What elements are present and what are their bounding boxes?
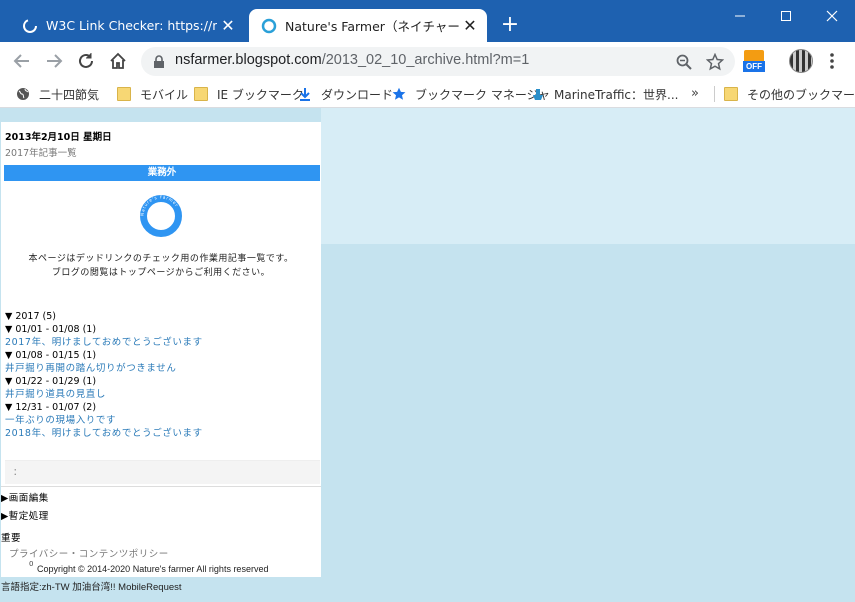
grey-info-bar: ： xyxy=(5,460,320,484)
archive-post-link[interactable]: 井戸掘り再開の踏ん切りがつきません xyxy=(5,362,321,375)
star-icon xyxy=(392,87,406,100)
bookmarks-separator xyxy=(714,86,715,102)
folder-icon xyxy=(724,87,738,101)
category-banner: 業務外 xyxy=(4,165,320,181)
bookmarks-overflow-button[interactable]: » xyxy=(691,86,699,101)
post-date: 2013年2月10日 星期日 xyxy=(5,132,112,143)
archive-week-toggle[interactable]: ▼ 12/31 - 01/07 (2) xyxy=(5,401,321,414)
globe-icon xyxy=(17,88,29,100)
blog-page: 2013年2月10日 星期日 2017年記事一覧 業務外 Nature's Fa… xyxy=(1,122,321,577)
archive-post-link[interactable]: 井戸掘り道具の見直し xyxy=(5,388,321,401)
blog-archive: ▼ 2017 (5) ▼ 01/01 - 01/08 (1) 2017年、明けま… xyxy=(5,310,321,440)
notice-line: 本ページはデッドリンクのチェック用の作業用記事一覧です。 xyxy=(28,254,294,264)
bookmark-label: その他のブックマーク xyxy=(747,87,855,102)
bookmark-item[interactable]: 二十四節気 xyxy=(16,85,99,103)
article-list-link[interactable]: 2017年記事一覧 xyxy=(5,145,77,159)
page-viewport: 2013年2月10日 星期日 2017年記事一覧 業務外 Nature's Fa… xyxy=(0,108,855,602)
bookmark-label: 二十四節気 xyxy=(39,87,100,102)
archive-post-link[interactable]: 2017年、明けましておめでとうございます xyxy=(5,336,321,349)
archive-week-toggle[interactable]: ▼ 01/22 - 01/29 (1) xyxy=(5,375,321,388)
tab-close-icon[interactable]: ✕ xyxy=(217,16,239,35)
natures-farmer-logo: Nature's Farmer xyxy=(139,194,182,237)
notice-line: ブログの閲覧はトップページからご利用ください。 xyxy=(51,268,271,278)
tab-close-icon[interactable]: ✕ xyxy=(459,16,481,35)
title-bar: W3C Link Checker: https://nsfarm ✕ Natur… xyxy=(0,0,855,42)
bookmark-item[interactable]: モバイル xyxy=(117,85,188,103)
bookmark-label: ダウンロード xyxy=(321,87,394,102)
reload-button[interactable] xyxy=(72,47,100,75)
close-icon xyxy=(826,10,838,22)
language-status-text: 言語指定:zh-TW 加油台湾!! MobileRequest xyxy=(1,582,182,593)
zoom-icon[interactable] xyxy=(675,53,693,71)
minimize-icon xyxy=(735,15,745,17)
superscript-zero: 0 xyxy=(29,560,34,568)
download-icon xyxy=(300,88,310,101)
bookmarks-bar: 二十四節気 モバイル IE ブックマーク ダウンロード ブックマーク マネージャ… xyxy=(0,80,855,108)
profile-avatar[interactable] xyxy=(789,49,813,73)
reload-icon xyxy=(79,53,93,68)
maximize-icon xyxy=(781,11,791,21)
archive-week-toggle[interactable]: ▼ 01/08 - 01/15 (1) xyxy=(5,349,321,362)
screen-edit-toggle[interactable]: ▶画面編集 xyxy=(1,490,49,504)
page-notice: 本ページはデッドリンクのチェック用の作業用記事一覧です。 ブログの閲覧はトップペ… xyxy=(1,252,321,280)
new-tab-button[interactable]: + xyxy=(497,13,523,39)
forward-button[interactable] xyxy=(40,47,68,75)
close-window-button[interactable] xyxy=(809,0,855,32)
home-icon xyxy=(110,52,126,69)
folder-icon xyxy=(117,87,131,101)
copyright-text: Copyright © 2014-2020 Nature's farmer Al… xyxy=(37,564,269,574)
tab-w3c-link-checker[interactable]: W3C Link Checker: https://nsfarm ✕ xyxy=(10,9,245,42)
bookmark-item[interactable]: MarineTraffic：世界... xyxy=(531,85,678,103)
important-label: 重要 xyxy=(1,533,22,544)
bookmark-item[interactable]: ブックマーク マネージャ xyxy=(392,85,550,103)
bookmark-label: モバイル xyxy=(140,87,189,102)
blogger-ring-icon xyxy=(261,18,277,33)
arrow-left-icon xyxy=(13,54,29,68)
address-bar[interactable]: nsfarmer.blogspot.com/2013_02_10_archive… xyxy=(141,47,735,76)
minimize-button[interactable] xyxy=(717,0,763,32)
divider xyxy=(1,486,321,487)
privacy-policy-link[interactable]: プライバシー・コンテンツポリシー xyxy=(9,546,169,560)
tab-title: W3C Link Checker: https://nsfarm xyxy=(46,18,217,33)
menu-dots-icon[interactable] xyxy=(824,52,840,70)
background-band xyxy=(321,108,855,244)
archive-post-link[interactable]: 2018年、明けましておめでとうございます xyxy=(5,427,321,440)
extension-off-badge: OFF xyxy=(743,61,765,72)
arrow-right-icon xyxy=(47,54,63,68)
lock-icon xyxy=(154,55,164,68)
tab-natures-farmer[interactable]: Nature's Farmer（ネイチャーズ・ファ ✕ xyxy=(249,9,487,42)
extension-off-button[interactable]: OFF xyxy=(743,50,765,72)
folder-icon xyxy=(194,87,208,101)
archive-week-toggle[interactable]: ▼ 01/01 - 01/08 (1) xyxy=(5,323,321,336)
loading-spinner-icon xyxy=(23,18,37,33)
bookmark-item-other[interactable]: その他のブックマーク xyxy=(724,85,855,103)
url-text[interactable]: nsfarmer.blogspot.com/2013_02_10_archive… xyxy=(175,52,529,68)
archive-year-toggle[interactable]: ▼ 2017 (5) xyxy=(5,310,321,323)
temporary-handling-toggle[interactable]: ▶暫定処理 xyxy=(1,508,49,522)
bookmark-label: MarineTraffic：世界... xyxy=(554,87,679,102)
bookmark-item[interactable]: ダウンロード xyxy=(298,85,393,103)
bookmark-item[interactable]: IE ブックマーク xyxy=(194,85,304,103)
browser-toolbar: nsfarmer.blogspot.com/2013_02_10_archive… xyxy=(0,42,855,80)
bookmark-label: ブックマーク マネージャ xyxy=(415,87,550,102)
bookmark-label: IE ブックマーク xyxy=(217,87,304,102)
extension-icon xyxy=(744,50,764,61)
back-button[interactable] xyxy=(8,47,36,75)
home-button[interactable] xyxy=(104,47,132,75)
ship-icon xyxy=(533,89,543,100)
archive-post-link[interactable]: 一年ぶりの現場入りです xyxy=(5,414,321,427)
maximize-button[interactable] xyxy=(763,0,809,32)
bookmark-star-icon[interactable] xyxy=(706,53,724,71)
tab-title: Nature's Farmer（ネイチャーズ・ファ xyxy=(285,19,459,34)
